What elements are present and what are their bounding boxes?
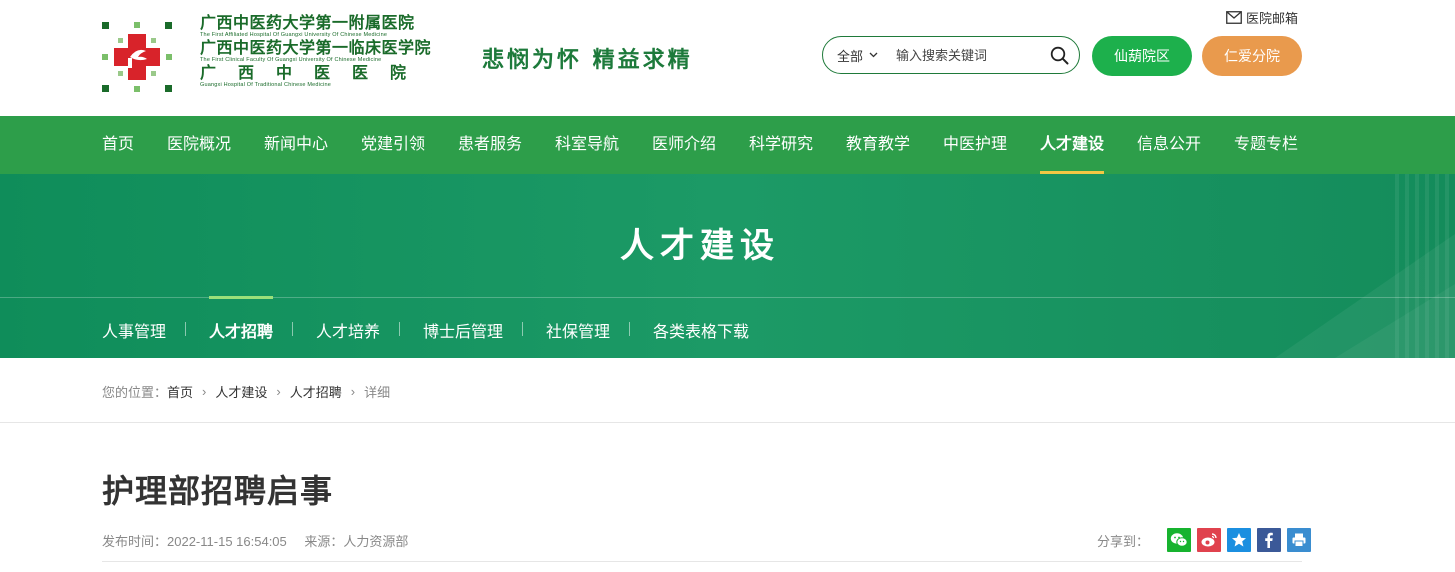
search-box: 全部 <box>822 36 1080 74</box>
publish-time: 2022-11-15 16:54:05 <box>167 534 287 549</box>
nav-item-departments[interactable]: 科室导航 <box>555 116 619 174</box>
share-label: 分享到： <box>1097 533 1150 549</box>
nav-item-tcm-nursing[interactable]: 中医护理 <box>943 116 1007 174</box>
nav-item-news[interactable]: 新闻中心 <box>264 116 328 174</box>
breadcrumb-home[interactable]: 首页 <box>167 382 193 401</box>
hospital-name-line3-en: Guangxi Hospital Of Traditional Chinese … <box>200 82 331 88</box>
hospital-logo-icon[interactable] <box>100 20 174 94</box>
subnav-separator <box>399 322 400 336</box>
nav-item-doctors[interactable]: 医师介绍 <box>652 116 716 174</box>
subnav-item-hr-management[interactable]: 人事管理 <box>102 318 166 342</box>
hospital-name-line2: 广西中医药大学第一临床医学院 <box>200 38 432 57</box>
breadcrumb-current: 详细 <box>364 385 391 400</box>
wechat-icon[interactable] <box>1167 528 1192 552</box>
search-scope-label: 全部 <box>837 48 864 64</box>
section-banner: 人才建设 人事管理 人才招聘 人才培养 博士后管理 社保管理 各类表格下载 <box>0 174 1455 358</box>
hospital-motto: 悲悯为怀 精益求精 <box>482 47 693 73</box>
breadcrumb-divider <box>0 422 1455 423</box>
subnav-item-forms-download[interactable]: 各类表格下载 <box>653 318 749 342</box>
chevron-right-icon: › <box>350 384 356 399</box>
nav-item-disclosure[interactable]: 信息公开 <box>1137 116 1201 174</box>
subnav-item-social-security[interactable]: 社保管理 <box>546 318 610 342</box>
nav-item-party[interactable]: 党建引领 <box>361 116 425 174</box>
search-icon[interactable] <box>1050 46 1069 65</box>
facebook-icon[interactable] <box>1257 528 1282 552</box>
article-meta-divider <box>102 561 1302 562</box>
mail-icon <box>1226 11 1242 24</box>
breadcrumb-recruitment[interactable]: 人才招聘 <box>290 382 342 401</box>
subnav-item-recruitment[interactable]: 人才招聘 <box>209 318 273 342</box>
article-source: 人力资源部 <box>343 534 409 549</box>
mailbox-link[interactable]: 医院邮箱 <box>1226 8 1298 27</box>
mailbox-label: 医院邮箱 <box>1246 11 1299 26</box>
hospital-name-line1: 广西中医药大学第一附属医院 <box>200 13 415 32</box>
source-label: 来源： <box>304 534 344 549</box>
nav-item-overview[interactable]: 医院概况 <box>167 116 231 174</box>
chevron-right-icon: › <box>276 384 281 399</box>
subnav-item-postdoc[interactable]: 博士后管理 <box>423 318 503 342</box>
breadcrumb: 您的位置： 首页 › 人才建设 › 人才招聘 › 详细 <box>102 382 390 401</box>
breadcrumb-label: 您的位置： <box>102 385 168 400</box>
nav-item-home[interactable]: 首页 <box>102 116 134 174</box>
publish-time-label: 发布时间： <box>102 534 168 549</box>
subnav-active-indicator <box>209 296 273 299</box>
campus-xianhu-button[interactable]: 仙葫院区 <box>1092 36 1192 76</box>
breadcrumb-talent[interactable]: 人才建设 <box>215 382 267 401</box>
nav-item-research[interactable]: 科学研究 <box>749 116 813 174</box>
chevron-right-icon: › <box>202 384 207 399</box>
subnav-separator <box>292 322 293 336</box>
site-header: 广西中医药大学第一附属医院 The First Affiliated Hospi… <box>0 0 1455 116</box>
nav-item-education[interactable]: 教育教学 <box>846 116 910 174</box>
article-title: 护理部招聘启事 <box>102 473 334 509</box>
hospital-name[interactable]: 广西中医药大学第一附属医院 The First Affiliated Hospi… <box>200 14 455 89</box>
banner-title: 人才建设 <box>620 227 780 265</box>
article-meta: 发布时间：2022-11-15 16:54:05 来源：人力资源部 <box>102 531 408 550</box>
weibo-icon[interactable] <box>1197 528 1222 552</box>
subnav-separator <box>629 322 630 336</box>
subnav-separator <box>522 322 523 336</box>
print-icon[interactable] <box>1287 528 1312 552</box>
subnav-separator <box>185 322 186 336</box>
nav-item-topics[interactable]: 专题专栏 <box>1234 116 1298 174</box>
search-input[interactable] <box>894 46 1039 64</box>
hospital-name-line3: 广西中医医院 <box>200 63 429 82</box>
search-scope-select[interactable]: 全部 <box>837 46 878 65</box>
subnav-item-training[interactable]: 人才培养 <box>316 318 380 342</box>
share-bar: 分享到： <box>1097 528 1312 552</box>
campus-renai-button[interactable]: 仁爱分院 <box>1202 36 1302 76</box>
nav-item-talent[interactable]: 人才建设 <box>1040 116 1105 174</box>
main-nav: 首页 医院概况 新闻中心 党建引领 患者服务 科室导航 医师介绍 科学研究 教育… <box>0 116 1455 174</box>
qzone-icon[interactable] <box>1227 528 1252 552</box>
chevron-down-icon <box>869 52 878 58</box>
nav-item-patient-service[interactable]: 患者服务 <box>458 116 522 174</box>
